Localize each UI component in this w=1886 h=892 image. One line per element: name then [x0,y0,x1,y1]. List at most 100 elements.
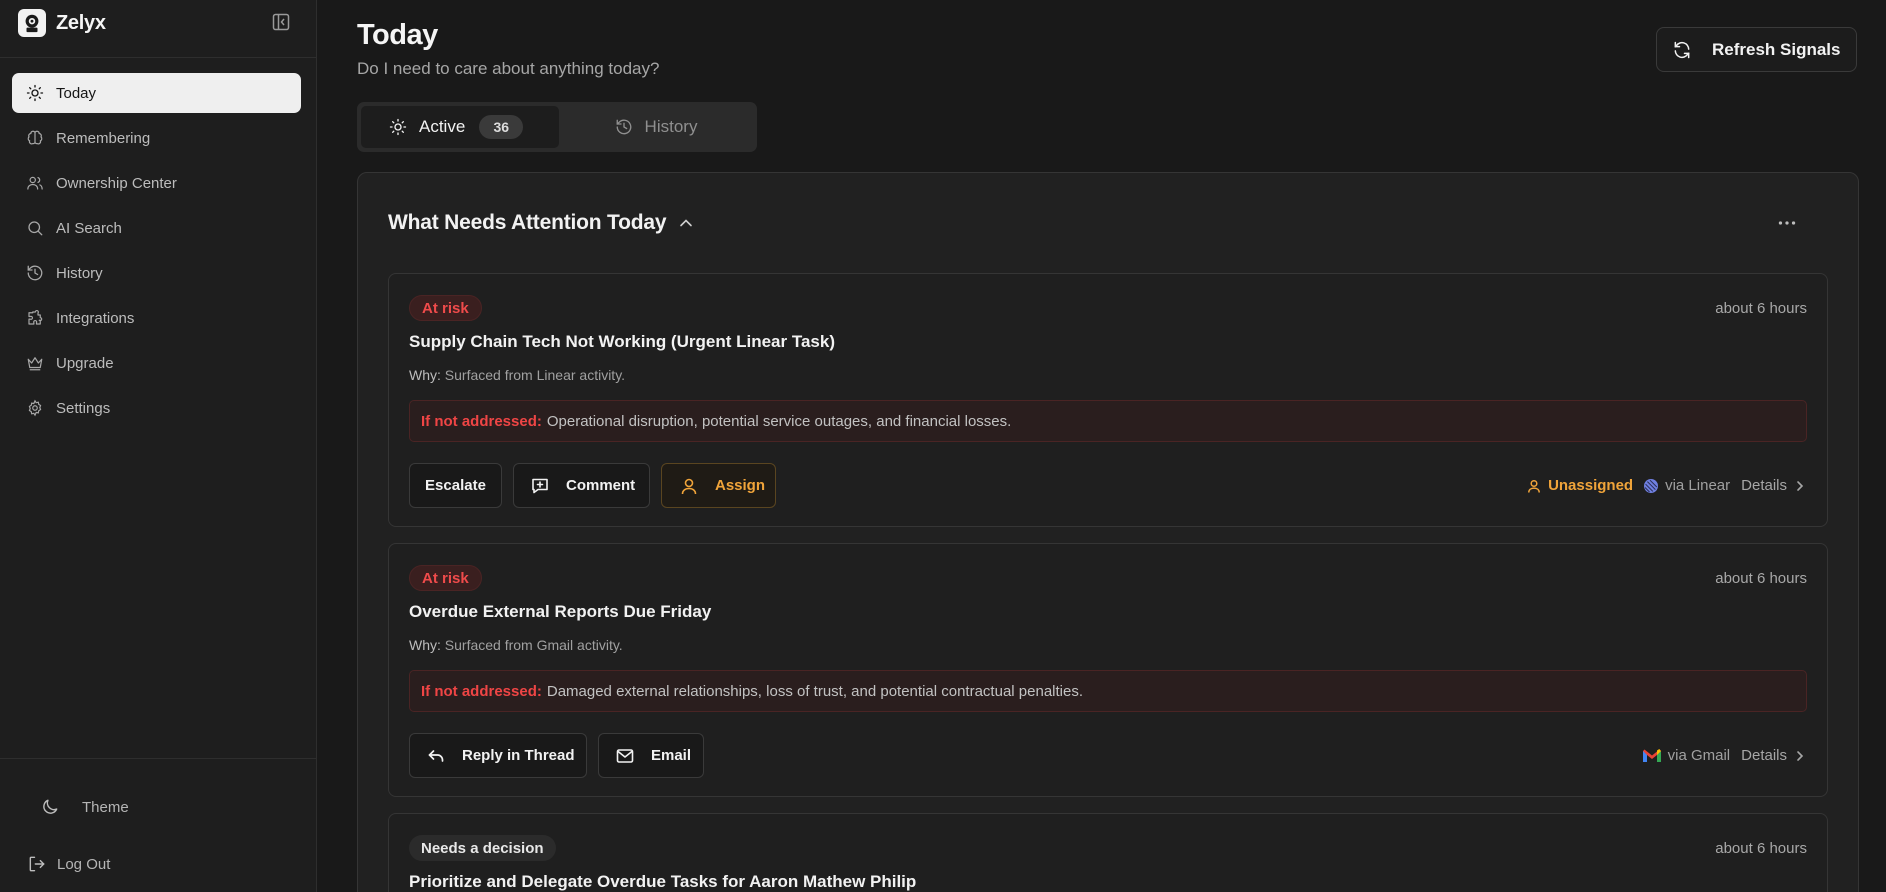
status-badge: At risk [409,565,482,591]
owner-status: Unassigned [1526,477,1633,494]
tabs: Active 36 History [357,102,757,152]
card-title: Prioritize and Delegate Overdue Tasks fo… [409,872,917,891]
sidebar-item-label: AI Search [56,219,122,237]
attention-panel: What Needs Attention Today At risk about… [357,172,1859,892]
owner-label: Unassigned [1548,477,1634,494]
sidebar-item-integrations[interactable]: Integrations [12,298,301,338]
button-label: Comment [566,477,636,494]
collapse-sidebar-icon[interactable] [271,12,291,32]
button-label: Escalate [425,477,486,494]
history-icon [26,264,44,282]
brain-icon [26,129,44,147]
theme-toggle[interactable]: Theme [40,796,129,818]
divider [0,57,317,58]
divider [0,758,317,759]
sidebar-item-ownership-center[interactable]: Ownership Center [12,163,301,203]
tab-label: History [644,117,698,136]
sidebar-item-label: Ownership Center [56,174,177,192]
why-label: Why: [409,367,441,383]
impact-label: If not addressed: [421,682,542,700]
app-name: Zelyx [56,11,106,34]
refresh-signals-button[interactable]: Refresh Signals [1656,27,1857,72]
user-icon [1526,478,1542,494]
sidebar-item-history[interactable]: History [12,253,301,293]
card-title: Supply Chain Tech Not Working (Urgent Li… [409,332,835,351]
sidebar-nav: Today Remembering Ownership Center AI Se… [12,73,301,433]
details-label: Details [1741,477,1787,494]
email-button[interactable]: Email [598,733,704,778]
tab-label: Active [419,117,466,136]
main-content: Today Do I need to care about anything t… [318,0,1886,892]
signal-card: At risk about 6 hours Supply Chain Tech … [388,273,1828,527]
comment-plus-icon [530,476,550,496]
sidebar-item-label: Integrations [56,309,135,327]
page-subtitle: Do I need to care about anything today? [357,59,660,78]
status-badge: At risk [409,295,482,321]
card-why: Why: Surfaced from Linear activity. [409,367,625,383]
sidebar-item-label: History [56,264,103,282]
impact-callout: If not addressed: Operational disruption… [409,400,1807,442]
sidebar-item-label: Settings [56,399,111,417]
signal-card: Needs a decision about 6 hours Prioritiz… [388,813,1828,892]
impact-text: Damaged external relationships, loss of … [546,682,1083,700]
card-meta: via Gmail Details [1642,747,1807,764]
why-text: Surfaced from Gmail activity. [444,637,623,653]
chevron-up-icon [678,215,694,231]
source-label: via Linear [1665,477,1731,494]
button-label: Reply in Thread [462,747,575,764]
card-timestamp: about 6 hours [1715,300,1807,317]
gmail-icon [1642,748,1662,764]
puzzle-icon [26,309,44,327]
button-label: Assign [715,477,766,494]
refresh-icon [1672,40,1692,60]
more-options-icon[interactable] [1776,213,1798,233]
count-badge: 36 [479,115,524,139]
tab-active[interactable]: Active 36 [361,106,559,148]
signal-card: At risk about 6 hours Overdue External R… [388,543,1828,797]
sun-icon [389,118,407,136]
logout-button[interactable]: Log Out [27,853,110,875]
sidebar-item-remembering[interactable]: Remembering [12,118,301,158]
sidebar: Zelyx Today Remembering Ownership Center… [0,0,317,892]
chevron-right-icon [1793,749,1807,763]
impact-callout: If not addressed: Damaged external relat… [409,670,1807,712]
panel-title: What Needs Attention Today [388,211,667,234]
linear-icon [1643,478,1659,494]
sidebar-item-today[interactable]: Today [12,73,301,113]
details-link[interactable]: Details [1741,747,1807,764]
theme-label: Theme [82,798,129,816]
panel-header[interactable]: What Needs Attention Today [388,211,694,235]
card-why: Why: Surfaced from Gmail activity. [409,637,623,653]
logout-label: Log Out [57,855,111,873]
tab-history[interactable]: History [559,106,753,148]
button-label: Email [651,747,692,764]
page-title: Today [357,19,438,51]
card-timestamp: about 6 hours [1715,570,1807,587]
moon-icon [40,797,60,817]
reply-in-thread-button[interactable]: Reply in Thread [409,733,587,778]
escalate-button[interactable]: Escalate [409,463,502,508]
impact-label: If not addressed: [421,412,542,430]
reply-icon [426,746,446,766]
why-text: Surfaced from Linear activity. [444,367,626,383]
logout-icon [27,854,47,874]
user-icon [679,476,699,496]
assign-button[interactable]: Assign [661,463,776,508]
card-actions: Reply in Thread Email [409,733,715,778]
details-label: Details [1741,747,1787,764]
card-meta: Unassigned via Linear Details [1526,477,1807,494]
details-link[interactable]: Details [1741,477,1807,494]
chevron-right-icon [1793,479,1807,493]
sidebar-item-ai-search[interactable]: AI Search [12,208,301,248]
crown-icon [26,354,44,372]
sun-icon [26,84,44,102]
search-icon [26,219,44,237]
zelyx-logo-icon [18,9,46,37]
sidebar-item-upgrade[interactable]: Upgrade [12,343,301,383]
impact-text: Operational disruption, potential servic… [546,412,1012,430]
card-actions: Escalate Comment Assign [409,463,787,508]
refresh-label: Refresh Signals [1712,39,1841,59]
sidebar-item-settings[interactable]: Settings [12,388,301,428]
brand[interactable]: Zelyx [18,8,106,38]
comment-button[interactable]: Comment [513,463,650,508]
